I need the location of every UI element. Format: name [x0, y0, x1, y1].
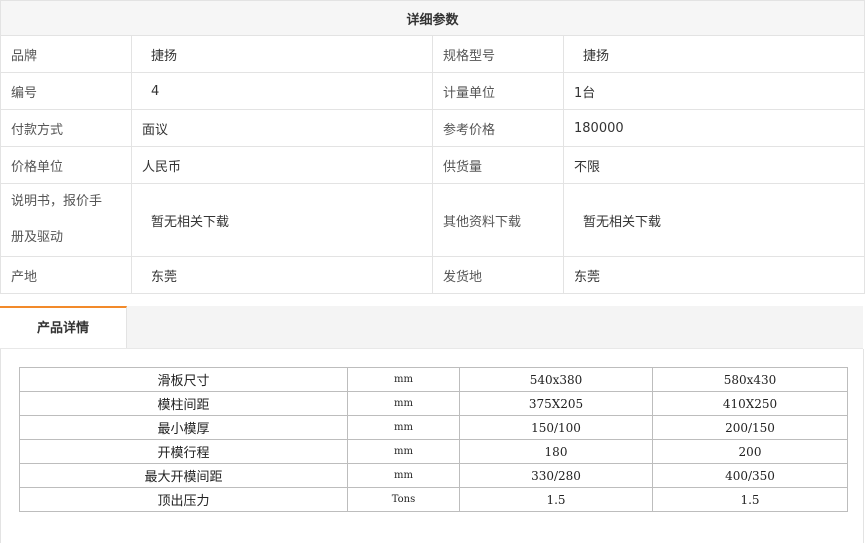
spec-value-2: 410X250: [652, 391, 848, 416]
spec-value-2: 400/350: [652, 463, 848, 488]
param-key: 供货量: [432, 146, 564, 184]
spec-table: 滑板尺寸 mm 540x380 580x430 模柱间距 mm 375X205 410X250…: [19, 367, 848, 512]
param-key: 说明书，报价手 册及驱动: [0, 183, 132, 257]
detail-params-table: 详细参数 品牌 捷扬 规格型号 捷扬 编号 4 计量单位 1台 付款方式 面议 …: [0, 0, 865, 294]
param-key: 计量单位: [432, 72, 564, 110]
params-title: 详细参数: [0, 0, 865, 36]
param-value: 东莞: [562, 256, 865, 294]
spec-value-1: 375X205: [459, 391, 653, 416]
param-row: 品牌 捷扬 规格型号 捷扬: [0, 35, 865, 73]
spec-name: 最小模厚: [19, 415, 348, 440]
spec-row: 最大开模间距 mm 330/280 400/350: [19, 463, 848, 488]
param-key: 品牌: [0, 35, 132, 73]
param-key: 参考价格: [432, 109, 564, 147]
param-key: 付款方式: [0, 109, 132, 147]
param-key: 发货地: [432, 256, 564, 294]
manual-download-value: 暂无相关下载: [131, 183, 433, 257]
spec-name: 滑板尺寸: [19, 367, 348, 392]
param-key-line: 说明书，报价手: [11, 194, 103, 209]
spec-value-2: 200: [652, 439, 848, 464]
spec-unit: mm: [347, 367, 460, 392]
param-value: 人民币: [131, 146, 433, 184]
param-key-line: 册及驱动: [11, 230, 64, 245]
param-key: 产地: [0, 256, 132, 294]
spec-row: 滑板尺寸 mm 540x380 580x430: [19, 367, 848, 392]
spec-value-1: 180: [459, 439, 653, 464]
spec-value-2: 580x430: [652, 367, 848, 392]
spec-unit: Tons: [347, 487, 460, 512]
param-key: 编号: [0, 72, 132, 110]
param-key: 规格型号: [432, 35, 564, 73]
param-value: 捷扬: [562, 35, 865, 73]
spec-unit: mm: [347, 415, 460, 440]
spec-name: 最大开模间距: [19, 463, 348, 488]
param-value: 180000: [562, 109, 865, 147]
param-row: 价格单位 人民币 供货量 不限: [0, 146, 865, 184]
spec-name: 模柱间距: [19, 391, 348, 416]
spec-value-1: 330/280: [459, 463, 653, 488]
spec-unit: mm: [347, 439, 460, 464]
param-row: 产地 东莞 发货地 东莞: [0, 256, 865, 294]
spec-value-2: 1.5: [652, 487, 848, 512]
spec-row: 开模行程 mm 180 200: [19, 439, 848, 464]
param-key: 其他资料下载: [432, 183, 564, 257]
other-download-value: 暂无相关下载: [562, 183, 865, 257]
param-value: 东莞: [131, 256, 433, 294]
spec-row: 最小模厚 mm 150/100 200/150: [19, 415, 848, 440]
tab-product-details[interactable]: 产品详情: [0, 306, 127, 348]
param-value: 4: [131, 72, 433, 110]
spec-value-1: 540x380: [459, 367, 653, 392]
spec-unit: mm: [347, 391, 460, 416]
param-value: 1台: [562, 72, 865, 110]
spec-unit: mm: [347, 463, 460, 488]
spec-name: 顶出压力: [19, 487, 348, 512]
param-key: 价格单位: [0, 146, 132, 184]
spec-value-1: 1.5: [459, 487, 653, 512]
param-row: 编号 4 计量单位 1台: [0, 72, 865, 110]
spec-row: 模柱间距 mm 375X205 410X250: [19, 391, 848, 416]
detail-tab-bar: 产品详情: [0, 306, 863, 349]
spec-name: 开模行程: [19, 439, 348, 464]
param-row: 说明书，报价手 册及驱动 暂无相关下载 其他资料下载 暂无相关下载: [0, 183, 865, 257]
param-value: 捷扬: [131, 35, 433, 73]
param-value: 面议: [131, 109, 433, 147]
spec-value-1: 150/100: [459, 415, 653, 440]
param-row: 付款方式 面议 参考价格 180000: [0, 109, 865, 147]
spec-row: 顶出压力 Tons 1.5 1.5: [19, 487, 848, 512]
spec-value-2: 200/150: [652, 415, 848, 440]
param-value: 不限: [562, 146, 865, 184]
